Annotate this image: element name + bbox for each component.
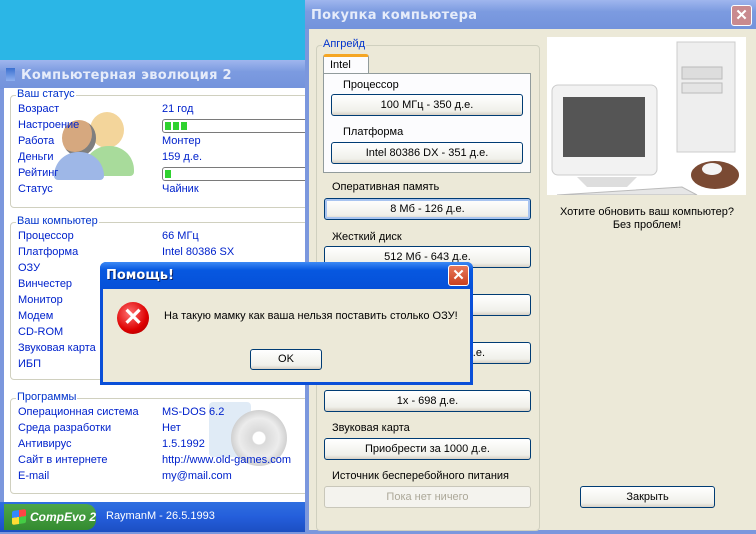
job-value: Монтер — [162, 135, 201, 147]
row-label: E-mail — [18, 470, 50, 482]
app-icon — [6, 68, 15, 81]
buy-ups-button: Пока нет ничего — [324, 486, 531, 508]
purchase-window-title: Покупка компьютера — [305, 0, 756, 29]
ups-label: Источник бесперебойного питания — [332, 470, 510, 482]
group-title: Ваш статус — [16, 88, 76, 100]
main-window-title: Компьютерная эволюция 2 — [0, 60, 310, 89]
row-label: Винчестер — [18, 278, 73, 290]
rating-bar — [162, 167, 312, 181]
rank-label: Статус — [18, 183, 53, 195]
row-value: Intel 80386 SX — [162, 246, 235, 258]
row-label: Среда разработки — [18, 422, 112, 434]
row-value: 66 МГц — [162, 230, 199, 242]
close-icon[interactable]: ✕ — [731, 5, 752, 26]
buy-platform-button[interactable]: Intel 80386 DX - 351 д.е. — [331, 142, 523, 164]
row-label: Антивирус — [18, 438, 72, 450]
dialog-title: Помощь! — [106, 268, 174, 283]
row-value: 1.5.1992 — [162, 438, 205, 450]
group-title: Ваш компьютер — [16, 215, 99, 227]
ok-button[interactable]: OK — [250, 349, 322, 370]
row-label: ИБП — [18, 358, 42, 370]
money-value: 159 д.е. — [162, 151, 203, 163]
window-title-text: Компьютерная эволюция 2 — [21, 68, 232, 83]
menu-button-label: CompEvo 2 — [30, 510, 97, 524]
mood-bar — [162, 119, 312, 133]
row-label: CD-ROM — [18, 326, 64, 338]
close-button[interactable]: Закрыть — [580, 486, 715, 508]
row-value: my@mail.com — [162, 470, 232, 482]
cpu-label: Процессор — [343, 79, 399, 91]
job-label: Работа — [18, 135, 55, 147]
row-label: Монитор — [18, 294, 63, 306]
ram-label: Оперативная память — [332, 181, 440, 193]
status-bar: CompEvo 2 RaymanM - 26.5.1993 — [0, 502, 310, 532]
close-icon[interactable]: ✕ — [448, 265, 469, 286]
promo-line: Без проблем! — [612, 219, 682, 231]
rank-value: Чайник — [162, 183, 199, 195]
window-title-text: Покупка компьютера — [311, 8, 478, 23]
age-label: Возраст — [18, 103, 60, 115]
age-value: 21 год — [162, 103, 194, 115]
hdd-label: Жесткий диск — [332, 231, 402, 243]
row-label: ОЗУ — [18, 262, 41, 274]
tab-label: Intel — [330, 59, 351, 71]
buy-cdrom-button[interactable]: 1x - 698 д.е. — [324, 390, 531, 412]
group-title: Апгрейд — [322, 38, 367, 50]
rating-label: Рейтинг — [18, 167, 59, 179]
mood-label: Настроение — [18, 119, 80, 131]
error-message: На такую мамку как ваша нельзя поставить… — [164, 310, 458, 322]
row-value: MS-DOS 6.2 — [162, 406, 225, 418]
platform-label: Платформа — [343, 126, 404, 138]
buy-cpu-button[interactable]: 100 МГц - 350 д.е. — [331, 94, 523, 116]
windows-flag-icon — [12, 509, 26, 525]
sound-card-label: Звуковая карта — [332, 422, 410, 434]
error-icon: ✕ — [117, 302, 149, 334]
compevo-menu-button[interactable]: CompEvo 2 — [4, 504, 96, 530]
row-label: Сайт в интернете — [18, 454, 108, 466]
error-dialog: Помощь! ✕ ✕ На такую мамку как ваша нель… — [100, 262, 473, 385]
row-label: Модем — [18, 310, 54, 322]
group-title: Программы — [16, 391, 78, 403]
player-date-status: RaymanM - 26.5.1993 — [106, 510, 215, 522]
row-label: Процессор — [18, 230, 74, 242]
promo-text: Хотите обновить ваш компьютер? Без пробл… — [531, 206, 756, 232]
tab-intel[interactable]: Intel — [323, 54, 369, 74]
computer-image — [547, 37, 746, 196]
row-label: Звуковая карта — [18, 342, 96, 354]
dialog-title-bar: Помощь! — [100, 262, 473, 289]
money-label: Деньги — [18, 151, 54, 163]
row-label: Платформа — [18, 246, 79, 258]
promo-line: Хотите обновить ваш компьютер? — [559, 206, 735, 218]
row-label: Операционная система — [18, 406, 139, 418]
row-value: http://www.old-games.com — [162, 454, 291, 466]
dialog-body: ✕ На такую мамку как ваша нельзя постави… — [103, 289, 470, 382]
row-value: Нет — [162, 422, 181, 434]
buy-sound-card-button[interactable]: Приобрести за 1000 д.е. — [324, 438, 531, 460]
buy-ram-button[interactable]: 8 Мб - 126 д.е. — [324, 198, 531, 220]
